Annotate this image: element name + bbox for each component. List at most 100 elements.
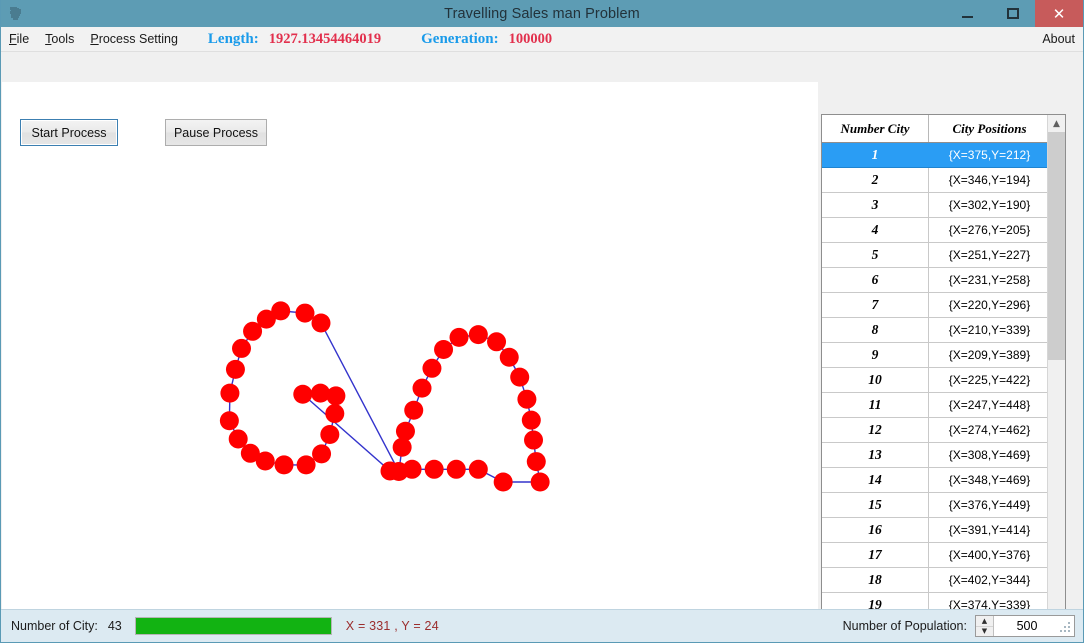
table-row[interactable]: 7 {X=220,Y=296} xyxy=(822,292,1050,318)
city-node[interactable] xyxy=(274,455,294,475)
table-row[interactable]: 3 {X=302,Y=190} xyxy=(822,192,1050,218)
cell-city-position: {X=247,Y=448} xyxy=(928,392,1050,418)
resize-grip[interactable] xyxy=(1060,622,1072,634)
main-content: Start Process Pause Process Number City … xyxy=(1,52,1083,642)
city-node[interactable] xyxy=(487,332,507,352)
city-node[interactable] xyxy=(312,444,332,464)
table-row[interactable]: 14 {X=348,Y=469} xyxy=(822,467,1050,493)
spinner-down-icon[interactable]: ▼ xyxy=(976,627,993,637)
cell-number-city: 12 xyxy=(822,417,929,443)
cell-number-city: 8 xyxy=(822,317,929,343)
column-header-city-positions[interactable]: City Positions xyxy=(928,115,1050,143)
column-header-number-city[interactable]: Number City xyxy=(822,115,929,143)
start-process-button[interactable]: Start Process xyxy=(20,119,118,146)
pause-process-button[interactable]: Pause Process xyxy=(165,119,267,146)
table-row[interactable]: 4 {X=276,Y=205} xyxy=(822,217,1050,243)
city-node[interactable] xyxy=(526,452,546,472)
city-node[interactable] xyxy=(524,430,544,450)
city-node[interactable] xyxy=(404,400,424,420)
close-button[interactable]: ✕ xyxy=(1035,0,1083,27)
cell-city-position: {X=251,Y=227} xyxy=(928,242,1050,268)
cell-number-city: 4 xyxy=(822,217,929,243)
city-node[interactable] xyxy=(243,321,263,341)
cell-number-city: 1 xyxy=(822,142,929,168)
cell-city-position: {X=402,Y=344} xyxy=(928,567,1050,593)
city-node[interactable] xyxy=(255,451,275,471)
city-node[interactable] xyxy=(499,347,519,367)
cell-city-position: {X=308,Y=469} xyxy=(928,442,1050,468)
table-row[interactable]: 9 {X=209,Y=389} xyxy=(822,342,1050,368)
city-node[interactable] xyxy=(422,358,442,378)
maximize-button[interactable] xyxy=(990,0,1035,27)
city-node[interactable] xyxy=(424,459,444,479)
mouse-coordinates: X = 331 , Y = 24 xyxy=(345,619,439,633)
city-node[interactable] xyxy=(434,340,454,360)
length-label: Length: xyxy=(207,30,259,47)
table-row[interactable]: 15 {X=376,Y=449} xyxy=(822,492,1050,518)
city-node[interactable] xyxy=(402,459,422,479)
city-node[interactable] xyxy=(219,411,239,431)
tsp-tour-graphic xyxy=(219,301,550,492)
city-node[interactable] xyxy=(310,383,330,403)
city-node[interactable] xyxy=(530,472,550,492)
menu-item-file[interactable]: File xyxy=(1,29,37,49)
city-node[interactable] xyxy=(296,455,316,475)
table-row[interactable]: 16 {X=391,Y=414} xyxy=(822,517,1050,543)
city-node[interactable] xyxy=(395,421,415,441)
scroll-up-icon[interactable]: ▲ xyxy=(1048,115,1065,132)
city-node[interactable] xyxy=(446,459,466,479)
table-row[interactable]: 12 {X=274,Y=462} xyxy=(822,417,1050,443)
status-bar: Number of City: 43 X = 331 , Y = 24 Numb… xyxy=(1,609,1083,642)
city-node[interactable] xyxy=(521,410,541,430)
city-node[interactable] xyxy=(468,325,488,345)
progress-bar xyxy=(134,617,332,635)
city-node[interactable] xyxy=(225,359,245,379)
cell-city-position: {X=376,Y=449} xyxy=(928,492,1050,518)
table-row[interactable]: 10 {X=225,Y=422} xyxy=(822,367,1050,393)
city-node[interactable] xyxy=(295,303,315,323)
menu-item-about[interactable]: About xyxy=(1042,32,1075,46)
table-row[interactable]: 11 {X=247,Y=448} xyxy=(822,392,1050,418)
table-row[interactable]: 6 {X=231,Y=258} xyxy=(822,267,1050,293)
city-node[interactable] xyxy=(468,459,488,479)
city-node[interactable] xyxy=(311,313,331,333)
table-row[interactable]: 2 {X=346,Y=194} xyxy=(822,167,1050,193)
table-row[interactable]: 18 {X=402,Y=344} xyxy=(822,567,1050,593)
city-node[interactable] xyxy=(325,404,345,424)
city-node[interactable] xyxy=(493,472,513,492)
spinner-up-icon[interactable]: ▲ xyxy=(976,616,993,627)
cell-number-city: 10 xyxy=(822,367,929,393)
city-node[interactable] xyxy=(232,338,252,358)
table-row[interactable]: 5 {X=251,Y=227} xyxy=(822,242,1050,268)
number-of-population-label: Number of Population: xyxy=(842,619,967,633)
city-node[interactable] xyxy=(293,384,313,404)
city-node[interactable] xyxy=(320,425,340,445)
city-node[interactable] xyxy=(380,461,400,481)
cell-city-position: {X=209,Y=389} xyxy=(928,342,1050,368)
city-node[interactable] xyxy=(517,389,537,409)
city-node[interactable] xyxy=(392,437,412,457)
table-row[interactable]: 13 {X=308,Y=469} xyxy=(822,442,1050,468)
table-row[interactable]: 1 {X=375,Y=212} xyxy=(822,142,1050,168)
cell-number-city: 5 xyxy=(822,242,929,268)
table-row[interactable]: 8 {X=210,Y=339} xyxy=(822,317,1050,343)
city-node[interactable] xyxy=(449,327,469,347)
number-of-city-value: 43 xyxy=(107,619,122,633)
city-node[interactable] xyxy=(510,367,530,387)
menu-item-process-setting[interactable]: Process Setting xyxy=(82,29,186,49)
menu-item-tools[interactable]: Tools xyxy=(37,29,82,49)
cell-city-position: {X=225,Y=422} xyxy=(928,367,1050,393)
city-node[interactable] xyxy=(412,378,432,398)
cell-number-city: 17 xyxy=(822,542,929,568)
minimize-button[interactable] xyxy=(945,0,990,27)
tsp-tour-canvas[interactable] xyxy=(2,82,818,642)
grid-scrollbar-thumb[interactable] xyxy=(1048,132,1065,360)
start-process-label: Start Process xyxy=(31,125,107,140)
city-list-grid[interactable]: Number City City Positions 1 {X=375,Y=212… xyxy=(821,114,1066,642)
cell-number-city: 2 xyxy=(822,167,929,193)
menu-file-rest: ile xyxy=(16,32,30,46)
city-node[interactable] xyxy=(220,383,240,403)
grid-scrollbar[interactable]: ▲ ▼ xyxy=(1047,115,1065,642)
cell-number-city: 18 xyxy=(822,567,929,593)
table-row[interactable]: 17 {X=400,Y=376} xyxy=(822,542,1050,568)
